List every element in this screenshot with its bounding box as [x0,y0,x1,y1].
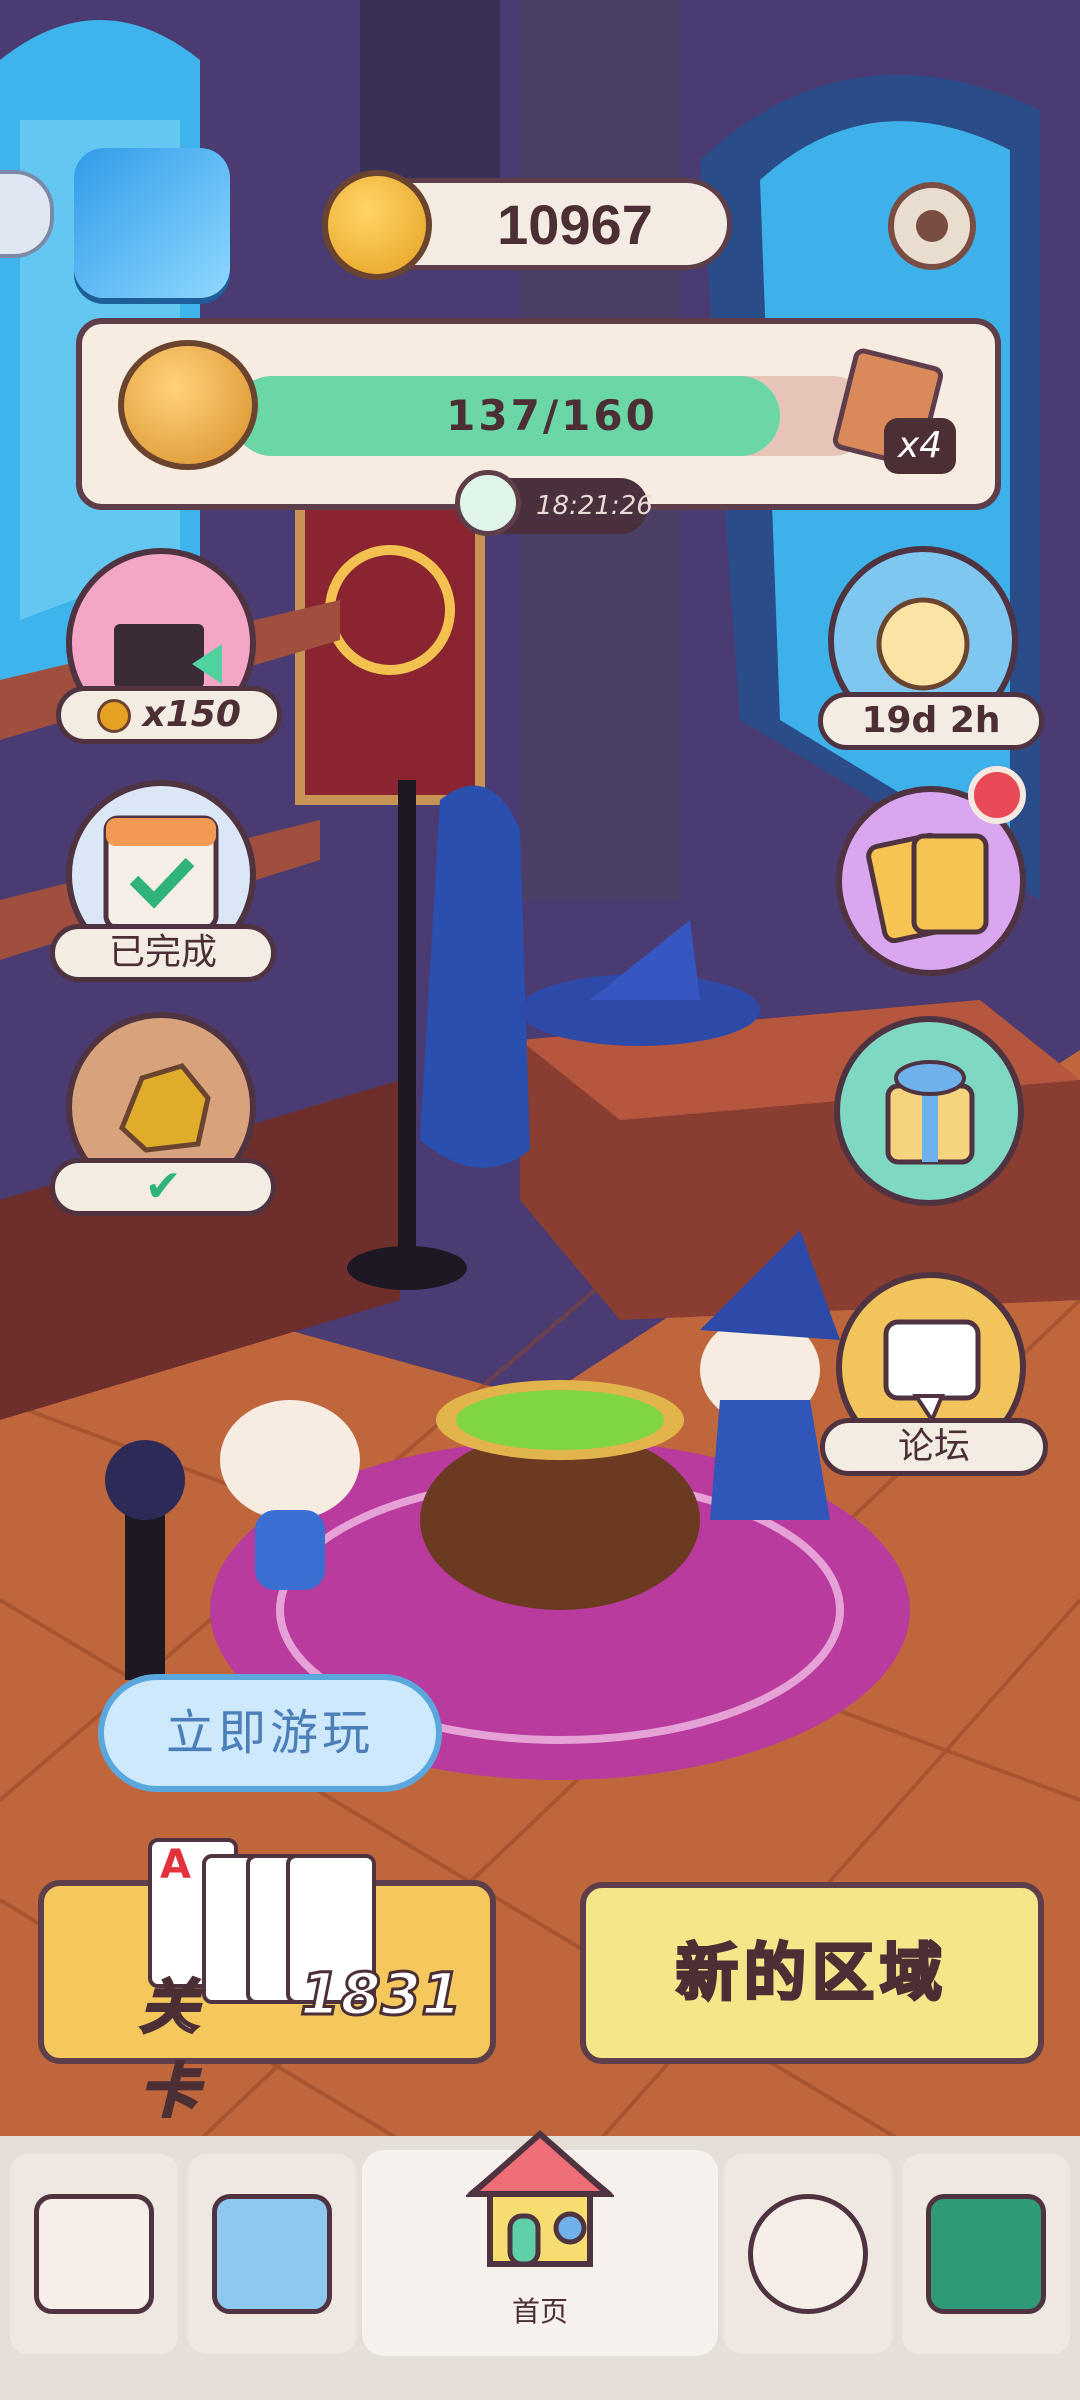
paint-palette-icon [748,2194,868,2314]
gift-box-icon [885,1060,975,1165]
new-area-button[interactable]: 新的区域 [580,1882,1044,2064]
calendar-check-icon [34,2194,154,2314]
ad-reward-label: x150 [56,686,282,744]
nav-home-label: 首页 [511,2295,568,2328]
level-label: 关卡 [139,1972,200,2127]
crystal-ball [105,1440,185,1520]
gift-box-button[interactable] [834,1016,1024,1206]
clock-icon [455,470,521,536]
daily-task-status: 已完成 [50,924,276,982]
game-promo-icon[interactable] [74,148,230,298]
nav-decorate[interactable] [724,2154,892,2354]
ad-reward-amount: x150 [142,694,241,735]
settings-gear-icon[interactable] [888,182,976,270]
play-now-bubble[interactable]: 立即游玩 [98,1674,442,1792]
coin-icon [97,699,132,733]
paw-book-icon [926,2194,1046,2314]
card-rank: A [160,1842,191,1888]
coin-count: 10967 [497,193,653,256]
progress-value: 137/160 [446,391,658,440]
map-icon [212,2194,332,2314]
treasure-status: ✔ [50,1158,276,1216]
event-countdown: 19d 2h [818,692,1044,750]
bell-icon [118,340,258,470]
nav-collection[interactable] [902,2154,1070,2354]
nav-tasks[interactable] [10,2154,178,2354]
house-icon [466,2129,614,2267]
level-number: 1831 [299,1959,463,2030]
nav-map[interactable] [188,2154,356,2354]
cat-left [220,1400,360,1520]
check-icon: ✔ [144,1161,182,1212]
coin-icon [322,170,432,280]
reward-multiplier: x4 [884,418,956,474]
forum-label: 论坛 [820,1418,1048,1476]
notification-dot [968,766,1026,824]
